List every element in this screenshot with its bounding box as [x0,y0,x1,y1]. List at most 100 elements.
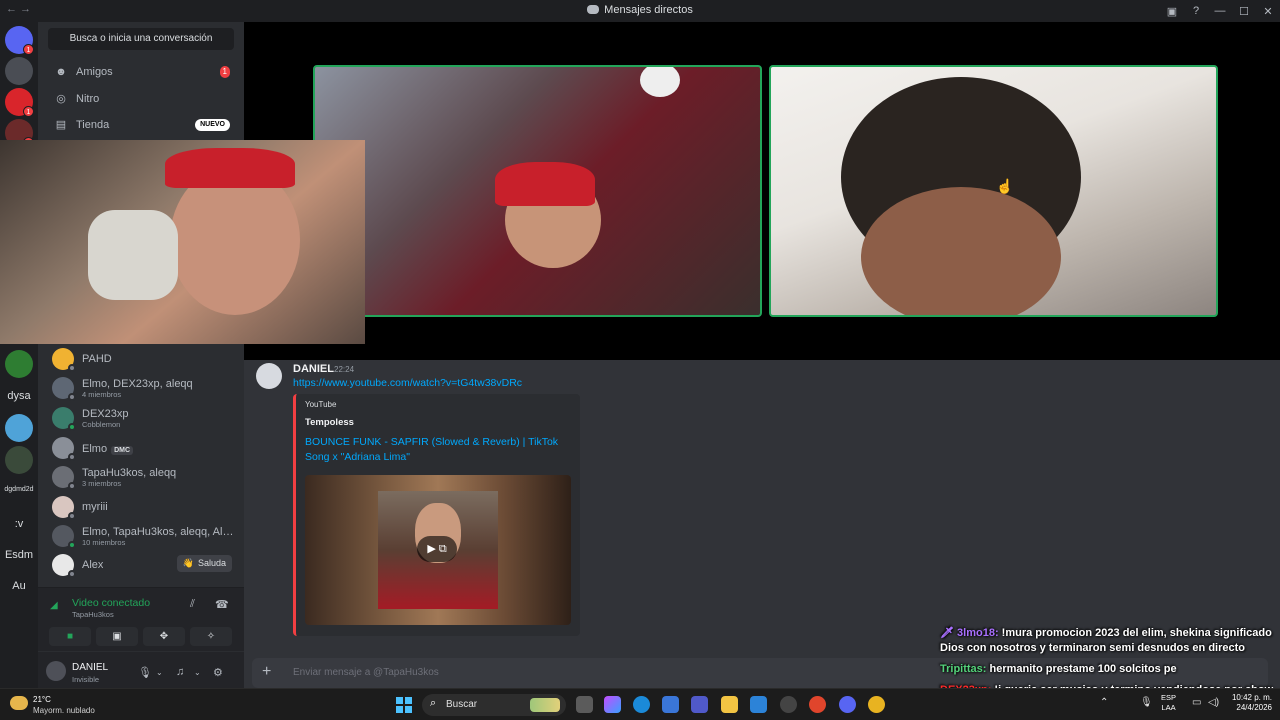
search-input[interactable]: Busca o inicia una conversación [48,28,234,50]
lang-line: ESP [1161,693,1177,702]
dm-item[interactable]: Elmo, TapaHu3kos, aleqq, Alex, ... 10 mie… [52,522,238,550]
youtube-embed: YouTube Tempoless BOUNCE FUNK - SAPFIR (… [293,394,580,636]
dm-item[interactable]: DEX23xp Cobblemon [52,404,238,432]
video-call-area [244,22,1280,360]
add-attachment-icon[interactable]: + [262,663,271,681]
status-indicator [68,423,76,431]
server-icon[interactable] [5,414,33,442]
teams-icon[interactable] [691,696,708,713]
home-dm-button[interactable]: 1 [5,26,34,55]
dm-item[interactable]: Elmo, DEX23xp, aleqq 4 miembros [52,374,238,402]
dm-item[interactable]: myriii [52,493,238,521]
status-indicator [68,453,76,461]
server-label[interactable]: :v [0,518,38,530]
message-author[interactable]: DANIEL [293,363,334,375]
weather-icon [10,696,28,710]
voice-status[interactable]: Video conectado [72,597,150,609]
copilot-icon[interactable] [604,696,621,713]
participant-face [861,187,1061,315]
avatar[interactable] [256,363,282,389]
screen-share-button[interactable]: ▣ [96,627,138,646]
server-label[interactable]: Au [0,580,38,592]
nav-label: Nitro [76,93,100,105]
wave-button[interactable]: 👋 Saluda [176,555,232,572]
message-link[interactable]: https://www.youtube.com/watch?v=tG4tw38v… [293,377,522,389]
play-icon[interactable]: ▶ ⧉ [417,536,457,562]
server-label[interactable]: Esdm [0,549,38,561]
server-icon[interactable] [5,350,33,378]
server-label[interactable]: dgdmd2d [0,486,38,493]
unread-badge: 1 [23,44,34,55]
user-name[interactable]: DANIEL [72,662,108,673]
edge-icon[interactable] [633,696,650,713]
task-view-icon[interactable] [576,696,593,713]
status-indicator [68,364,76,372]
network-icon[interactable]: ▭ [1192,697,1201,708]
noise-suppression-icon[interactable]: ⫽ [190,598,195,611]
status-indicator [68,393,76,401]
voice-channel[interactable]: TapaHu3kos [72,610,114,619]
dm-item[interactable]: Alex 👋 Saluda [52,551,238,579]
chrome-icon[interactable] [868,696,885,713]
embed-title[interactable]: BOUNCE FUNK - SAPFIR (Slowed & Reverb) |… [305,435,567,465]
chevron-down-icon[interactable]: ⌄ [194,668,201,677]
inbox-icon[interactable]: ▣ [1160,5,1184,18]
hand-cursor-icon: ☝ [996,178,1014,194]
nav-nitro[interactable]: ◎ Nitro [48,88,234,110]
weather-temp: 21°C [33,695,51,704]
soundboard-button[interactable]: ✧ [190,627,232,646]
server-label[interactable]: dysa [0,390,38,402]
dm-item[interactable]: TapaHu3kos, aleqq 3 miembros [52,463,238,491]
clock-time: 10:42 p. m. [1231,693,1272,702]
discord-icon[interactable] [839,696,856,713]
app-icon[interactable] [780,696,797,713]
dm-subtitle: 4 miembros [82,389,122,399]
file-explorer-icon[interactable] [721,696,738,713]
volume-icon[interactable]: ◁) [1208,697,1219,708]
gear-icon[interactable]: ⚙ [213,666,223,679]
disconnect-icon[interactable]: ☎ [215,598,229,611]
shop-icon: ▤ [55,119,67,131]
close-button[interactable]: ✕ [1256,5,1280,18]
self-video-preview[interactable] [0,140,365,344]
video-thumbnail[interactable]: ▶ ⧉ [305,475,571,625]
help-icon[interactable]: ? [1184,5,1208,17]
chrome-icon[interactable] [809,696,826,713]
server-icon[interactable] [5,446,33,474]
chevron-up-icon[interactable]: ⌃ [1100,697,1108,708]
activities-button[interactable]: ✥ [143,627,185,646]
nav-shop[interactable]: ▤ Tienda NUEVO [48,114,234,136]
dm-item[interactable]: PAHD [52,345,238,373]
start-button[interactable] [396,697,412,713]
chevron-down-icon[interactable]: ⌄ [156,668,163,677]
video-tile[interactable] [769,65,1218,317]
clock[interactable]: 10:42 p. m. 24/4/2026 [1222,693,1272,713]
notepad-icon[interactable] [750,696,767,713]
microphone-icon[interactable]: 🎙︎ [138,666,152,679]
taskbar-search[interactable]: ⌕ Buscar [422,694,566,716]
video-tile[interactable] [313,65,762,317]
microphone-icon[interactable]: 🎙︎ [1140,697,1153,708]
embed-author[interactable]: Tempoless [305,417,354,428]
server-icon[interactable] [5,57,33,85]
avatar [52,437,76,461]
dm-name: Alex [82,559,104,571]
bandana-shape [165,148,295,188]
server-icon[interactable]: 1 [5,88,34,117]
search-icon: ⌕ [430,697,437,709]
minimize-button[interactable]: — [1208,5,1232,17]
unread-badge: 1 [23,106,34,117]
camera-button[interactable]: ■ [49,627,91,646]
maximize-button[interactable]: ☐ [1232,5,1256,18]
ball-shape [640,67,680,97]
dm-subtitle: Cobblemon [82,419,121,429]
nav-friends[interactable]: ☻ Amigos 1 [48,61,234,83]
language-indicator[interactable]: ESP LAA [1161,693,1176,713]
embed-provider: YouTube [305,400,337,409]
headphones-icon[interactable]: ♫ [176,666,184,678]
store-icon[interactable] [662,696,679,713]
avatar[interactable] [46,661,66,681]
message-timestamp: 22:24 [334,365,355,374]
avatar [52,525,76,549]
dm-item[interactable]: Elmo DMC [52,434,238,462]
